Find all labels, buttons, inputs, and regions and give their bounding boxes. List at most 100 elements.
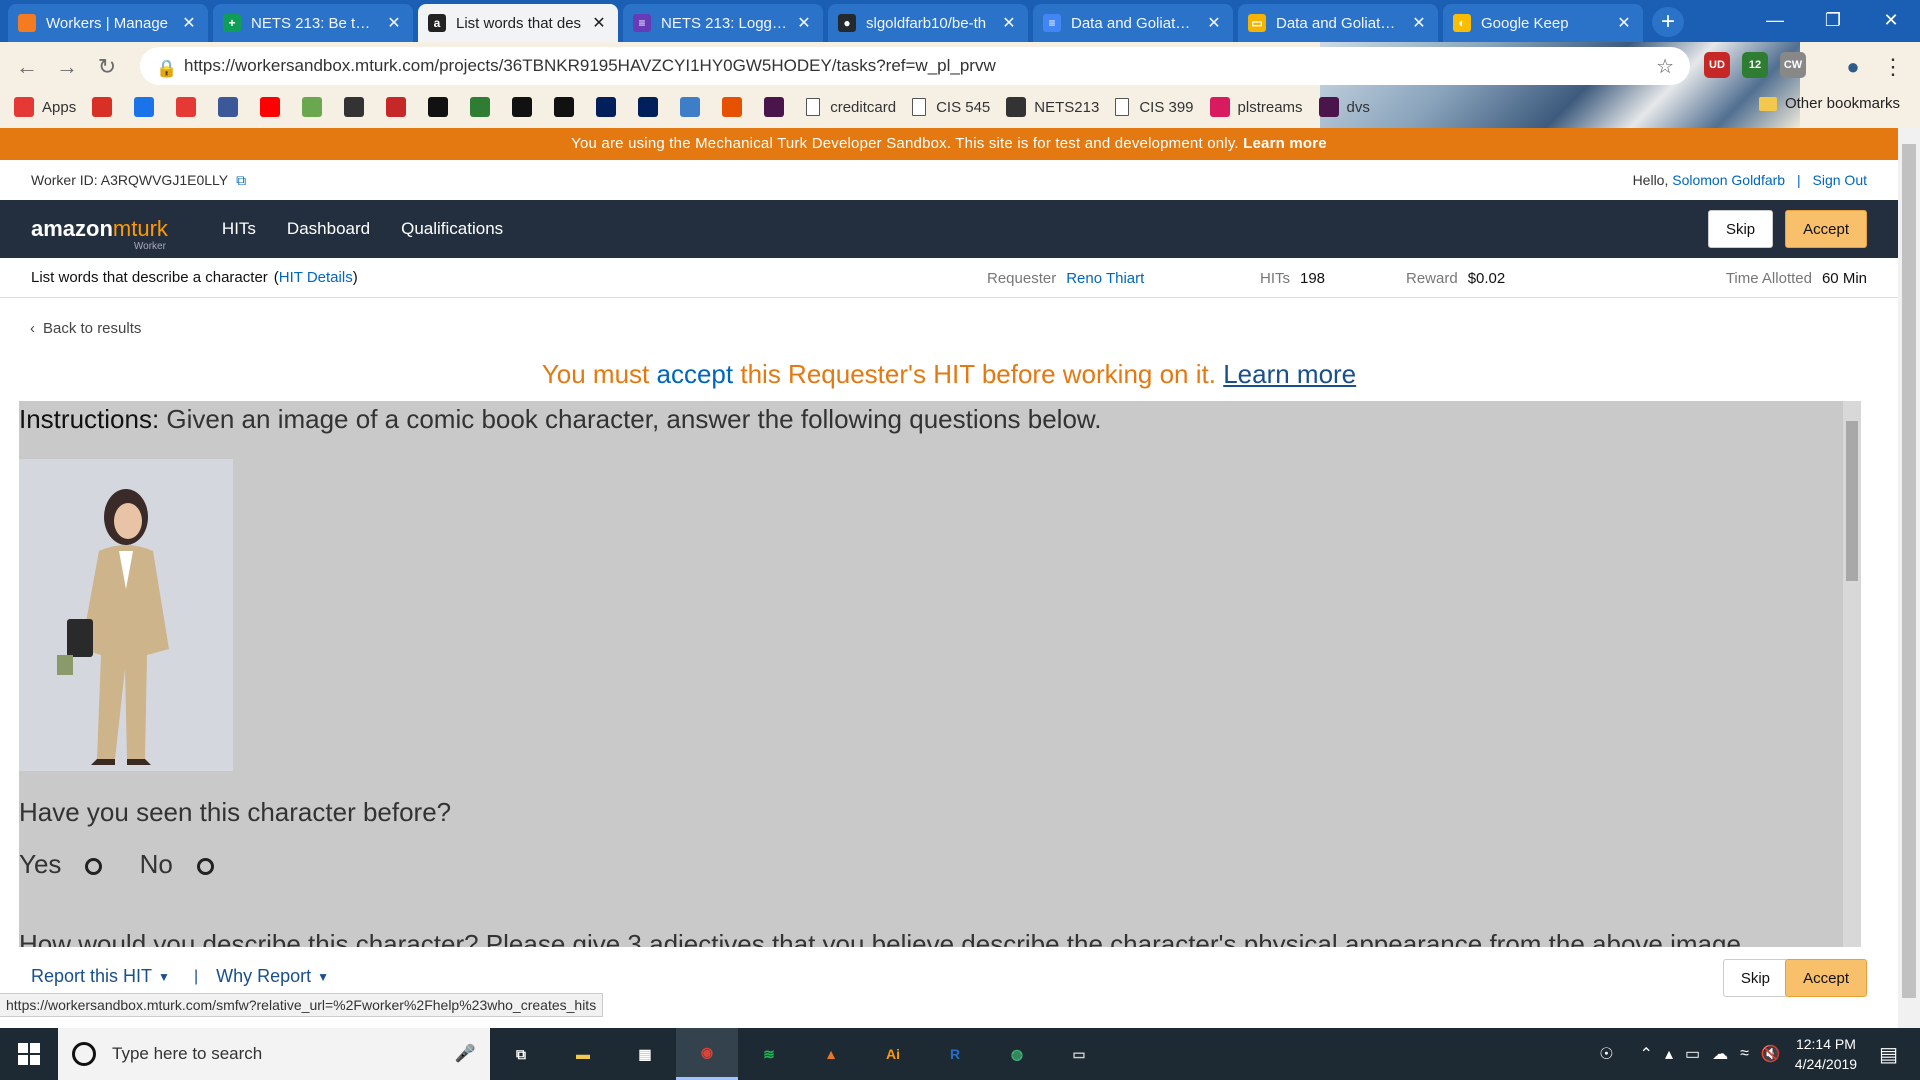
browser-tab[interactable]: a List words that des ✕: [418, 4, 618, 42]
page-scroll-thumb[interactable]: [1902, 144, 1916, 998]
minimize-icon[interactable]: —: [1746, 0, 1804, 40]
battery-icon[interactable]: ▭: [1685, 1044, 1700, 1064]
bookmark-item[interactable]: plstreams: [1209, 97, 1303, 117]
tab-close-icon[interactable]: ✕: [1615, 13, 1633, 33]
bookmark-item[interactable]: [512, 97, 540, 117]
bookmark-item[interactable]: [722, 97, 750, 117]
cloud-icon[interactable]: ☁: [1712, 1044, 1728, 1064]
notice-accept-link[interactable]: accept: [657, 359, 734, 389]
bookmark-item[interactable]: Apps: [14, 97, 76, 117]
bookmark-item[interactable]: [386, 97, 414, 117]
page-scrollbar[interactable]: [1898, 128, 1920, 1028]
nav-dashboard[interactable]: Dashboard: [287, 219, 370, 239]
bookmark-item[interactable]: [680, 97, 708, 117]
bookmark-item[interactable]: [344, 97, 372, 117]
browser-tab[interactable]: ◐ Google Keep ✕: [1443, 4, 1643, 42]
taskbar-app[interactable]: ◉: [676, 1028, 738, 1080]
bookmark-item[interactable]: [176, 97, 204, 117]
back-arrow-icon[interactable]: ←: [12, 52, 42, 82]
taskbar-app[interactable]: ▲: [800, 1028, 862, 1080]
skip-button[interactable]: Skip: [1707, 210, 1774, 248]
tab-close-icon[interactable]: ✕: [1000, 13, 1018, 33]
yes-radio[interactable]: [85, 857, 103, 875]
task-scroll-thumb[interactable]: [1846, 421, 1858, 581]
bookmark-item[interactable]: [134, 97, 162, 117]
reload-icon[interactable]: ↻: [92, 52, 122, 82]
mturk-logo[interactable]: amazonmturk Worker: [31, 218, 168, 252]
bookmark-item[interactable]: [638, 97, 666, 117]
notice-learn-more-link[interactable]: Learn more: [1223, 359, 1356, 389]
bookmark-item[interactable]: [596, 97, 624, 117]
accept-button[interactable]: Accept: [1785, 210, 1867, 248]
taskbar-app[interactable]: ◍: [986, 1028, 1048, 1080]
taskbar-app[interactable]: ⧉: [490, 1028, 552, 1080]
browser-tab[interactable]: ≡ NETS 213: Logging ✕: [623, 4, 823, 42]
user-name-link[interactable]: Solomon Goldfarb: [1672, 172, 1785, 188]
no-radio[interactable]: [196, 857, 214, 875]
bookmark-item[interactable]: NETS213: [1006, 97, 1099, 117]
menu-kebab-icon[interactable]: ⋮: [1878, 52, 1908, 82]
taskbar-app[interactable]: ▬: [552, 1028, 614, 1080]
browser-tab[interactable]: ● slgoldfarb10/be-th ✕: [828, 4, 1028, 42]
tab-close-icon[interactable]: ✕: [1410, 13, 1428, 33]
sandbox-learn-more-link[interactable]: Learn more: [1243, 135, 1327, 152]
extension-icon[interactable]: 12: [1742, 52, 1768, 78]
tab-close-icon[interactable]: ✕: [1205, 13, 1223, 33]
bookmark-item[interactable]: [302, 97, 330, 117]
chevron-up-icon[interactable]: ⌃: [1640, 1044, 1653, 1064]
new-tab-button[interactable]: +: [1652, 7, 1684, 37]
footer-accept-button[interactable]: Accept: [1785, 959, 1867, 997]
profile-avatar-icon[interactable]: ●: [1838, 52, 1868, 82]
microphone-icon[interactable]: 🎤: [455, 1044, 476, 1064]
bookmark-item[interactable]: [764, 97, 792, 117]
bookmark-item[interactable]: [554, 97, 582, 117]
bookmark-item[interactable]: dvs: [1318, 97, 1370, 117]
close-window-icon[interactable]: ✕: [1862, 0, 1920, 40]
restore-icon[interactable]: ❐: [1804, 0, 1862, 40]
requester-link[interactable]: Reno Thiart: [1066, 270, 1144, 287]
taskbar-clock[interactable]: 12:14 PM 4/24/2019: [1795, 1034, 1857, 1074]
footer-skip-button[interactable]: Skip: [1722, 959, 1788, 997]
bookmark-item[interactable]: creditcard: [806, 98, 896, 116]
bookmark-item[interactable]: [92, 97, 120, 117]
browser-tab[interactable]: + NETS 213: Be the c ✕: [213, 4, 413, 42]
browser-tab[interactable]: Workers | Manage ✕: [8, 4, 208, 42]
dropbox-icon[interactable]: ▴: [1665, 1044, 1673, 1064]
taskbar-app[interactable]: R: [924, 1028, 986, 1080]
taskbar-app[interactable]: Ai: [862, 1028, 924, 1080]
other-bookmarks[interactable]: Other bookmarks: [1758, 95, 1900, 112]
extension-icon[interactable]: CW: [1780, 52, 1806, 78]
taskbar-app[interactable]: ▭: [1048, 1028, 1110, 1080]
bookmark-item[interactable]: [470, 97, 498, 117]
bookmark-item[interactable]: [428, 97, 456, 117]
bookmark-item[interactable]: [218, 97, 246, 117]
windows-start-icon[interactable]: [0, 1028, 58, 1080]
wifi-icon[interactable]: ≈: [1740, 1045, 1749, 1063]
tab-close-icon[interactable]: ✕: [385, 13, 403, 33]
sign-out-link[interactable]: Sign Out: [1813, 172, 1867, 188]
notifications-icon[interactable]: ▤: [1879, 1042, 1898, 1067]
people-icon[interactable]: ☉: [1599, 1044, 1613, 1064]
extension-icon[interactable]: UD: [1704, 52, 1730, 78]
task-scrollbar[interactable]: [1843, 401, 1861, 947]
address-bar[interactable]: 🔒 https://workersandbox.mturk.com/projec…: [140, 47, 1690, 85]
tab-close-icon[interactable]: ✕: [180, 13, 198, 33]
report-hit-link[interactable]: Report this HIT: [31, 966, 152, 987]
bookmark-item[interactable]: CIS 545: [912, 98, 990, 116]
taskbar-search[interactable]: Type here to search 🎤: [58, 1028, 490, 1080]
why-report-link[interactable]: Why Report: [216, 966, 311, 987]
forward-arrow-icon[interactable]: →: [52, 52, 82, 82]
bookmark-item[interactable]: CIS 399: [1115, 98, 1194, 116]
taskbar-app[interactable]: ≋: [738, 1028, 800, 1080]
back-to-results[interactable]: ‹ Back to results: [0, 298, 1898, 354]
nav-hits[interactable]: HITs: [222, 219, 256, 239]
hit-details-link[interactable]: HIT Details: [279, 269, 353, 286]
tab-close-icon[interactable]: ✕: [590, 13, 608, 33]
browser-tab[interactable]: ≡ Data and Goliath N ✕: [1033, 4, 1233, 42]
volume-muted-icon[interactable]: 🔇: [1761, 1044, 1781, 1064]
browser-tab[interactable]: ▭ Data and Goliath P ✕: [1238, 4, 1438, 42]
bookmark-item[interactable]: [260, 97, 288, 117]
nav-qualifications[interactable]: Qualifications: [401, 219, 503, 239]
copy-icon[interactable]: ⧉: [236, 172, 246, 189]
bookmark-star-icon[interactable]: ☆: [1656, 54, 1674, 79]
